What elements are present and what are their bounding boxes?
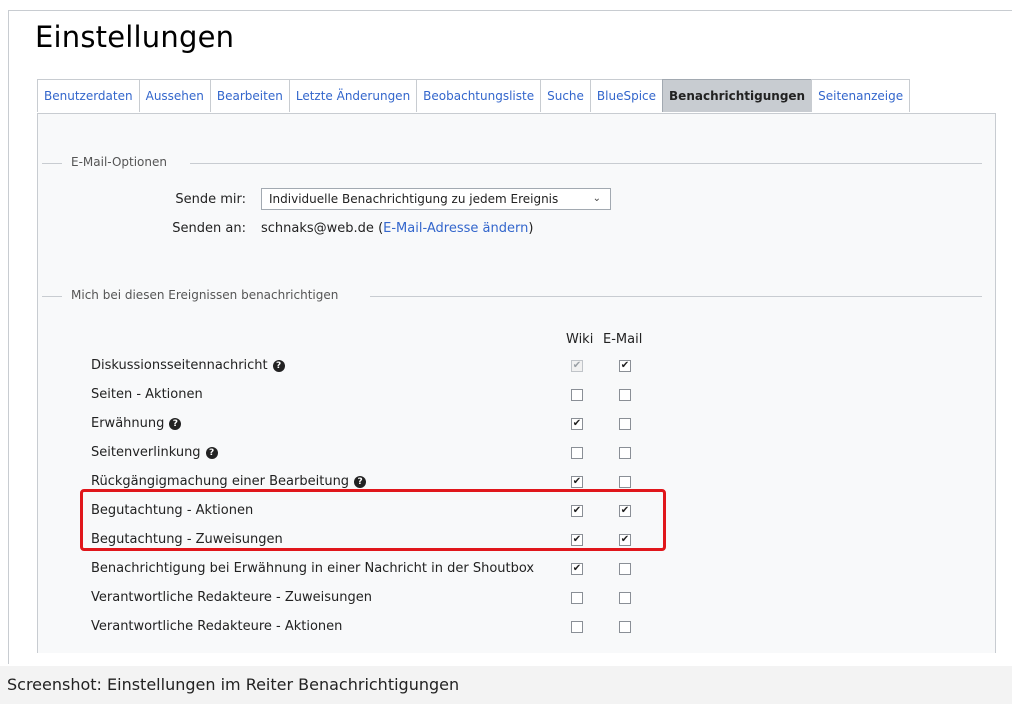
tab-bluespice[interactable]: BlueSpice [589, 79, 664, 112]
event-label-text: Erwähnung [91, 416, 165, 431]
column-wiki: Wiki [566, 332, 594, 347]
event-label-text: Seiten - Aktionen [91, 387, 203, 402]
send-me-select[interactable]: Individuelle Benachrichtigung zu jedem E… [261, 188, 611, 210]
paren-close: ) [528, 221, 534, 236]
email-address: schnaks@web.de [261, 221, 374, 236]
email-checkbox[interactable]: ✔ [619, 360, 631, 372]
wiki-checkbox[interactable]: ✔ [571, 476, 583, 488]
chevron-down-icon: ⌄ [592, 193, 601, 204]
event-label-text: Verantwortliche Redakteure - Zuweisungen [91, 590, 372, 605]
email-checkbox[interactable] [619, 418, 631, 430]
email-checkbox[interactable] [619, 621, 631, 633]
question-circle-icon[interactable]: ? [205, 447, 218, 459]
event-row-label: Rückgängigmachung einer Bearbeitung? [91, 474, 367, 489]
event-row-label: Verantwortliche Redakteure - Aktionen [91, 619, 342, 634]
email-options-legend: E-Mail-Optionen [65, 155, 173, 169]
send-to-value: schnaks@web.de (E-Mail-Adresse ändern) [261, 221, 533, 236]
fieldset-border [42, 163, 62, 164]
events-legend: Mich bei diesen Ereignissen benachrichti… [65, 288, 345, 302]
change-email-link[interactable]: E-Mail-Adresse ändern [383, 221, 528, 236]
tab-benachrichtigungen[interactable]: Benachrichtigungen [662, 79, 813, 112]
tab-suche[interactable]: Suche [540, 79, 591, 112]
tab-benutzerdaten[interactable]: Benutzerdaten [37, 79, 140, 112]
email-checkbox[interactable] [619, 476, 631, 488]
fieldset-border [190, 163, 982, 164]
event-label-text: Benachrichtigung bei Erwähnung in einer … [91, 561, 535, 576]
wiki-checkbox[interactable]: ✔ [571, 418, 583, 430]
event-row-label: Benachrichtigung bei Erwähnung in einer … [91, 561, 534, 576]
caption-text: Screenshot: Einstellungen im Reiter Bena… [7, 675, 460, 694]
wiki-checkbox[interactable] [571, 592, 583, 604]
wiki-checkbox[interactable] [571, 447, 583, 459]
event-label-text: Diskussionsseitennachricht [91, 358, 268, 373]
email-checkbox[interactable] [619, 447, 631, 459]
wiki-checkbox[interactable] [571, 621, 583, 633]
send-to-label: Senden an: [172, 221, 246, 236]
wiki-checkbox[interactable] [571, 389, 583, 401]
event-row-label: Verantwortliche Redakteure - Zuweisungen [91, 590, 372, 605]
column-email: E-Mail [603, 332, 643, 347]
event-label-text: Seitenverlinkung [91, 445, 201, 460]
question-circle-icon[interactable]: ? [169, 418, 182, 430]
question-circle-icon[interactable]: ? [272, 360, 285, 372]
tab-beobachtungsliste[interactable]: Beobachtungsliste [416, 79, 542, 112]
tab-aussehen[interactable]: Aussehen [138, 79, 211, 112]
email-checkbox[interactable] [619, 563, 631, 575]
question-circle-icon[interactable]: ? [354, 476, 367, 488]
event-row-label: Diskussionsseitennachricht? [91, 358, 285, 373]
email-checkbox[interactable] [619, 389, 631, 401]
send-me-label: Sende mir: [175, 192, 246, 207]
tab-letzte-änderungen[interactable]: Letzte Änderungen [288, 79, 418, 112]
wiki-checkbox[interactable]: ✔ [571, 563, 583, 575]
event-row-label: Seiten - Aktionen [91, 387, 203, 402]
tab-seitenanzeige[interactable]: Seitenanzeige [811, 79, 911, 112]
caption-bar: Screenshot: Einstellungen im Reiter Bena… [0, 666, 1012, 704]
preferences-tabs: Benutzerdaten Aussehen Bearbeiten Letzte Än… [37, 79, 911, 114]
event-label-text: Rückgängigmachung einer Bearbeitung [91, 474, 350, 489]
fieldset-border [370, 296, 982, 297]
event-row-label: Erwähnung? [91, 416, 182, 431]
event-row-label: Seitenverlinkung? [91, 445, 218, 460]
tab-bearbeiten[interactable]: Bearbeiten [209, 79, 290, 112]
highlight-box [80, 489, 666, 551]
event-label-text: Verantwortliche Redakteure - Aktionen [91, 619, 343, 634]
fieldset-border [42, 296, 62, 297]
page-title: Einstellungen [35, 20, 235, 54]
email-checkbox[interactable] [619, 592, 631, 604]
send-me-value: Individuelle Benachrichtigung zu jedem E… [269, 192, 559, 206]
wiki-checkbox: ✔ [571, 360, 583, 372]
